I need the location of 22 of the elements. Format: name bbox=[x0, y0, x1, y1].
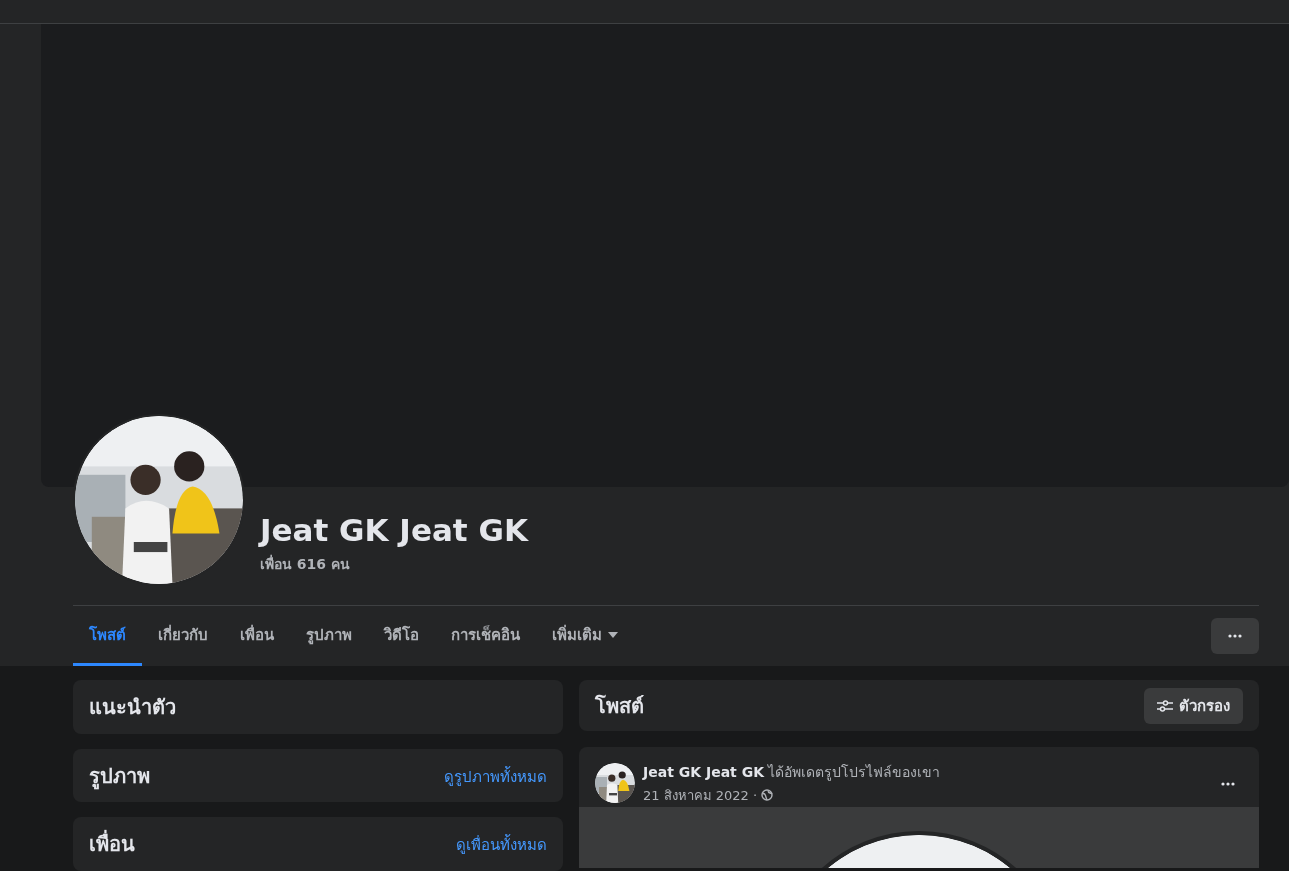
post-avatar[interactable] bbox=[595, 763, 635, 803]
sliders-icon bbox=[1157, 698, 1173, 713]
filter-button[interactable]: ตัวกรอง bbox=[1144, 687, 1243, 724]
profile-tab[interactable]: โพสต์ bbox=[73, 606, 142, 666]
caret-icon bbox=[608, 631, 618, 638]
profile-tab[interactable]: เกี่ยวกับ bbox=[142, 606, 224, 666]
profile-tab[interactable]: เพื่อน bbox=[224, 606, 290, 666]
profile-name: Jeat GK Jeat GK bbox=[260, 511, 528, 549]
card-title: แนะนำตัว bbox=[89, 696, 176, 718]
post-headline: Jeat GK Jeat GK ได้อัพเดตรูปโปรไฟล์ของเขา bbox=[643, 762, 942, 783]
profile-tab[interactable]: การเช็คอิน bbox=[435, 606, 536, 666]
posts-title: โพสต์ bbox=[595, 692, 644, 720]
more-icon bbox=[1221, 781, 1235, 786]
see-all-link[interactable]: ดูรูปภาพทั้งหมด bbox=[444, 764, 547, 787]
more-icon bbox=[1228, 634, 1242, 638]
profile-tab[interactable]: วิดีโอ bbox=[368, 606, 435, 666]
friends-count[interactable]: เพื่อน 616 คน bbox=[260, 553, 528, 575]
profile-tab[interactable]: รูปภาพ bbox=[290, 606, 368, 666]
post-date[interactable]: 21 สิงหาคม 2022 · bbox=[643, 784, 758, 806]
see-all-link[interactable]: ดูเพื่อนทั้งหมด bbox=[456, 833, 547, 856]
more-button[interactable] bbox=[1211, 618, 1259, 654]
profile-tab[interactable]: เพิ่มเติม bbox=[536, 606, 634, 666]
